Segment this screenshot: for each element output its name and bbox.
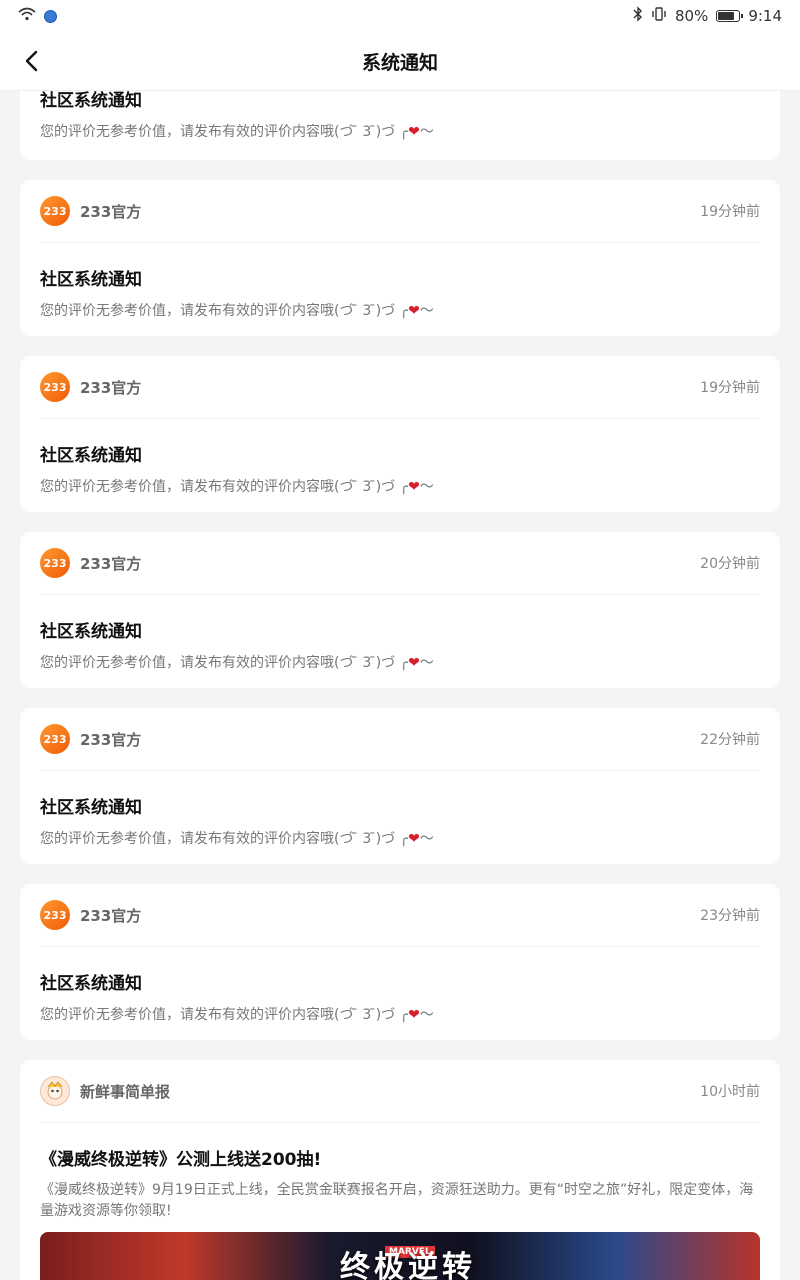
timestamp: 20分钟前 (700, 556, 760, 572)
status-right: 80% 9:14 (633, 6, 782, 26)
tilde-text: ～ (419, 655, 434, 671)
tilde-text: ～ (419, 831, 434, 847)
battery-percent: 80% (674, 7, 709, 25)
avatar: 233 (40, 372, 70, 402)
card-header: 233 233官方 23分钟前 (40, 884, 760, 947)
timestamp: 19分钟前 (700, 380, 760, 396)
globe-icon (44, 9, 57, 23)
avatar: 233 (40, 196, 70, 226)
avatar: 233 (40, 548, 70, 578)
notification-body: 您的评价无参考价值，请发布有效的评价内容哦(づ ̄ 3 ̄)づ ╭❤～ (40, 476, 760, 496)
back-button[interactable] (14, 44, 48, 78)
heart-icon: ❤ (408, 831, 420, 847)
heart-icon: ❤ (408, 303, 420, 319)
notification-body: 您的评价无参考价值，请发布有效的评价内容哦(づ ̄ 3 ̄)づ ╭❤～ (40, 121, 760, 141)
avatar (40, 1076, 70, 1106)
notification-title: 社区系统通知 (40, 974, 142, 994)
notification-body: 您的评价无参考价值，请发布有效的评价内容哦(づ ̄ 3 ̄)づ ╭❤～ (40, 1004, 760, 1024)
notification-title: 社区系统通知 (40, 446, 142, 466)
card-header: 233 233官方 19分钟前 (40, 180, 760, 243)
card-header: 新鲜事简单报 10小时前 (40, 1060, 760, 1123)
tilde-text: ～ (419, 303, 434, 319)
sender-name: 233官方 (80, 906, 142, 925)
notification-body: 您的评价无参考价值，请发布有效的评价内容哦(づ ̄ 3 ̄)づ ╭❤～ (40, 652, 760, 672)
status-left (18, 7, 57, 25)
tilde-text: ～ (419, 1007, 434, 1023)
notification-body-text: 您的评价无参考价值，请发布有效的评价内容哦(づ ̄ 3 ̄)づ ╭ (40, 479, 409, 495)
card-header: 233 233官方 22分钟前 (40, 708, 760, 771)
heart-icon: ❤ (408, 124, 420, 140)
card-header: 233 233官方 20分钟前 (40, 532, 760, 595)
notification-list[interactable]: 社区系统通知 您的评价无参考价值，请发布有效的评价内容哦(づ ̄ 3 ̄)づ ╭… (0, 90, 800, 1280)
notification-card[interactable]: 233 233官方 23分钟前 社区系统通知 您的评价无参考价值，请发布有效的评… (20, 884, 780, 1040)
notification-title: 社区系统通知 (40, 798, 142, 818)
status-bar: 80% 9:14 (0, 0, 800, 32)
page-title: 系统通知 (361, 51, 438, 74)
notification-card[interactable]: 233 233官方 20分钟前 社区系统通知 您的评价无参考价值，请发布有效的评… (20, 532, 780, 688)
heart-icon: ❤ (408, 1007, 420, 1023)
nav-bar: 系统通知 (0, 32, 800, 91)
avatar: 233 (40, 900, 70, 930)
sender-name: 233官方 (80, 378, 142, 397)
sender-name: 233官方 (80, 730, 142, 749)
notification-card[interactable]: 233 233官方 22分钟前 社区系统通知 您的评价无参考价值，请发布有效的评… (20, 708, 780, 864)
notification-card[interactable]: 233 233官方 19分钟前 社区系统通知 您的评价无参考价值，请发布有效的评… (20, 180, 780, 336)
notification-card[interactable]: 233 233官方 19分钟前 社区系统通知 您的评价无参考价值，请发布有效的评… (20, 356, 780, 512)
tilde-text: ～ (419, 124, 434, 140)
notification-body-text: 您的评价无参考价值，请发布有效的评价内容哦(づ ̄ 3 ̄)づ ╭ (40, 655, 409, 671)
notification-body: 您的评价无参考价值，请发布有效的评价内容哦(づ ̄ 3 ̄)づ ╭❤～ (40, 828, 760, 848)
notification-title: 社区系统通知 (40, 91, 142, 111)
notification-body-text: 您的评价无参考价值，请发布有效的评价内容哦(づ ̄ 3 ̄)づ ╭ (40, 124, 409, 140)
news-banner-image[interactable]: MARVEL 终极逆转 (40, 1232, 760, 1280)
timestamp: 22分钟前 (700, 732, 760, 748)
news-title: 《漫威终极逆转》公测上线送200抽! (40, 1150, 322, 1170)
timestamp: 19分钟前 (700, 204, 760, 220)
timestamp: 23分钟前 (700, 908, 760, 924)
sender-name: 新鲜事简单报 (80, 1082, 171, 1101)
notification-title: 社区系统通知 (40, 270, 142, 290)
chevron-left-icon (25, 50, 38, 72)
notification-body-text: 您的评价无参考价值，请发布有效的评价内容哦(づ ̄ 3 ̄)づ ╭ (40, 1007, 409, 1023)
card-header: 233 233官方 19分钟前 (40, 356, 760, 419)
heart-icon: ❤ (408, 479, 420, 495)
vibrate-icon (651, 7, 667, 25)
heart-icon: ❤ (408, 655, 420, 671)
bluetooth-icon (633, 6, 643, 26)
sender-name: 233官方 (80, 202, 142, 221)
notification-body-text: 您的评价无参考价值，请发布有效的评价内容哦(づ ̄ 3 ̄)づ ╭ (40, 303, 409, 319)
news-card[interactable]: 新鲜事简单报 10小时前 《漫威终极逆转》公测上线送200抽! 《漫威终极逆转》… (20, 1060, 780, 1280)
banner-logo: 终极逆转 (340, 1250, 476, 1280)
timestamp: 10小时前 (700, 1084, 760, 1100)
wifi-icon (18, 7, 36, 25)
news-body: 《漫威终极逆转》9月19日正式上线，全民赏金联赛报名开启，资源狂送助力。更有“时… (40, 1182, 754, 1219)
notification-title: 社区系统通知 (40, 622, 142, 642)
tilde-text: ～ (419, 479, 434, 495)
notification-body-text: 您的评价无参考价值，请发布有效的评价内容哦(づ ̄ 3 ̄)づ ╭ (40, 831, 409, 847)
avatar: 233 (40, 724, 70, 754)
sender-name: 233官方 (80, 554, 142, 573)
clock: 9:14 (748, 7, 782, 25)
notification-card-partial[interactable]: 社区系统通知 您的评价无参考价值，请发布有效的评价内容哦(づ ̄ 3 ̄)づ ╭… (20, 90, 780, 160)
battery-icon (716, 10, 744, 22)
notification-body: 您的评价无参考价值，请发布有效的评价内容哦(づ ̄ 3 ̄)づ ╭❤～ (40, 300, 760, 320)
battery-fill (718, 12, 734, 20)
